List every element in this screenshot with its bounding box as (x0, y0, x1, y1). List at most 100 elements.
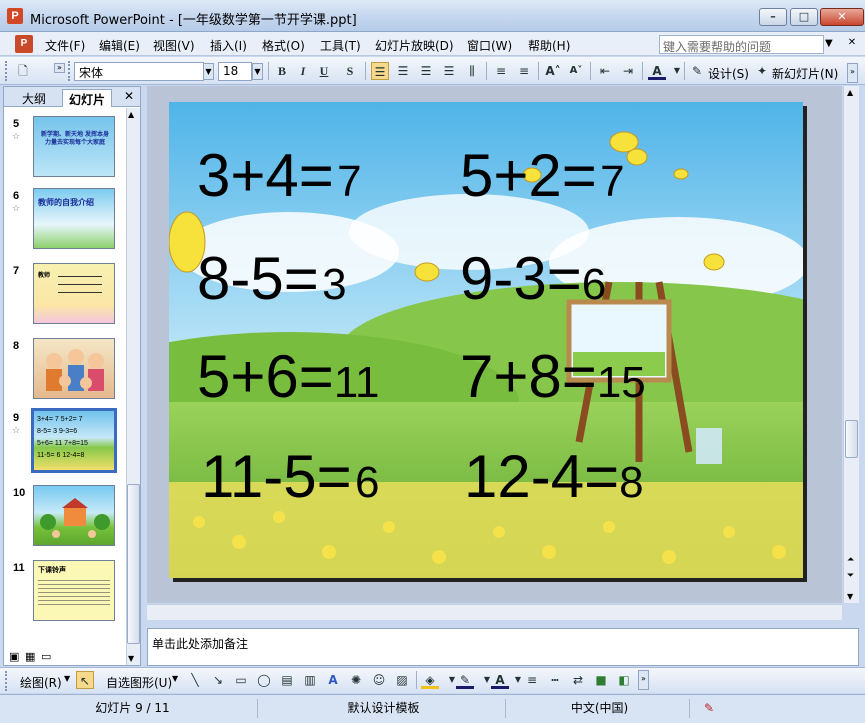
scroll-down-icon[interactable]: ▼ (847, 592, 853, 601)
help-search-input[interactable]: 键入需要帮助的问题 (659, 35, 824, 54)
underline-button[interactable]: U (315, 62, 333, 80)
notes-pane[interactable]: 单击此处添加备注 (147, 628, 859, 666)
slides-pane-scrollbar[interactable]: ▲ ▼ (126, 108, 140, 665)
align-left-icon[interactable]: ☰ (371, 62, 389, 80)
slide-thumb-row[interactable]: 6 ☆ 教师的自我介绍 (4, 188, 126, 258)
increase-font-icon[interactable]: A˄ (544, 62, 562, 80)
slide-thumbnail[interactable]: 新学期、新天地 发挥本身力量去实现每个大家庭 (33, 116, 115, 177)
numbering-icon[interactable]: ≡ (492, 62, 510, 80)
wordart-icon[interactable]: A (324, 671, 342, 689)
equation-4[interactable]: 9-3=6 (460, 249, 606, 309)
menu-slideshow[interactable]: 幻灯片放映(D) (375, 37, 454, 54)
slide-thumbnail[interactable] (33, 485, 115, 546)
slide-thumbnail[interactable]: 下课铃声 (33, 560, 115, 621)
powerpoint-app-icon[interactable]: P (7, 8, 23, 24)
italic-button[interactable]: I (294, 62, 312, 80)
equation-5[interactable]: 5+6=11 (197, 347, 380, 407)
slideshow-icon[interactable]: ▭ (41, 650, 51, 663)
equation-8[interactable]: 12-4=8 (464, 447, 644, 507)
rectangle-icon[interactable]: ▭ (232, 671, 250, 689)
slide-vertical-scrollbar[interactable]: ▲ ⏶ ⏷ ▼ (843, 86, 859, 603)
slide-horizontal-scrollbar[interactable] (147, 604, 842, 620)
design-icon[interactable]: ✎ (688, 62, 706, 80)
slide-thumb-row[interactable]: 7 教师 (4, 263, 126, 333)
menu-insert[interactable]: 插入(I) (210, 37, 247, 54)
font-name-box[interactable]: 宋体 (74, 62, 204, 81)
equation-7[interactable]: 11-5= 6 (201, 447, 380, 507)
doc-close-icon[interactable]: ✕ (846, 37, 858, 49)
minimize-button[interactable]: – (759, 8, 787, 26)
bold-button[interactable]: B (273, 62, 291, 80)
fill-color-icon[interactable]: ◈ (421, 671, 439, 689)
shadow-style-icon[interactable]: ■ (592, 671, 610, 689)
distributed-icon[interactable]: ⫼ (463, 62, 481, 80)
equation-2[interactable]: 5+2= 7 (460, 146, 625, 206)
slide-thumb-row[interactable]: 5 ☆ 新学期、新天地 发挥本身力量去实现每个大家庭 (4, 116, 126, 186)
decrease-indent-icon[interactable]: ⇤ (596, 62, 614, 80)
bullets-icon[interactable]: ≡ (515, 62, 533, 80)
font-size-dropdown-icon[interactable]: ▼ (252, 63, 263, 80)
previous-slide-icon[interactable]: ⏶ (847, 555, 854, 565)
help-dropdown-icon[interactable]: ▼ (825, 38, 833, 49)
slide-thumb-row[interactable]: 11 下课铃声 (4, 560, 126, 630)
menu-window[interactable]: 窗口(W) (467, 37, 512, 54)
shadow-button[interactable]: S (341, 62, 359, 80)
slide-thumbnail[interactable]: 教师的自我介绍 (33, 188, 115, 249)
toolbar-options-icon[interactable]: » (54, 63, 65, 73)
line-style-icon[interactable]: ≡ (523, 671, 541, 689)
toolbar-options-icon-2[interactable]: » (847, 63, 858, 83)
equation-3[interactable]: 8-5= 3 (197, 249, 347, 309)
new-document-icon[interactable]: 🗋 (14, 62, 32, 80)
slide-thumb-row[interactable]: 8 (4, 338, 126, 408)
slide-thumbnail-selected[interactable]: 3+4= 7 5+2= 7 8-5= 3 9-3=6 5+6= 11 7+8=1… (31, 408, 117, 473)
autoshapes-button[interactable]: 自选图形(U) (106, 674, 172, 691)
equation-6[interactable]: 7+8=15 (460, 347, 646, 407)
design-button[interactable]: 设计(S) (708, 65, 749, 82)
new-slide-icon[interactable]: ✦ (753, 62, 771, 80)
select-pointer-icon[interactable]: ↖ (76, 671, 94, 689)
spelling-status-icon[interactable]: ✎ (694, 699, 724, 718)
scrollbar-thumb[interactable] (127, 484, 140, 644)
pane-close-icon[interactable]: ✕ (124, 89, 134, 103)
dash-style-icon[interactable]: ┅ (546, 671, 564, 689)
menu-edit[interactable]: 编辑(E) (99, 37, 140, 54)
slide-thumbnail[interactable] (33, 338, 115, 399)
new-slide-button[interactable]: 新幻灯片(N) (772, 65, 838, 82)
tab-slides[interactable]: 幻灯片 (62, 89, 113, 107)
scroll-up-icon[interactable]: ▲ (847, 88, 853, 97)
align-center-icon[interactable]: ☰ (394, 62, 412, 80)
clip-art-icon[interactable]: ☺ (370, 671, 388, 689)
toolbar-grip-2[interactable] (68, 61, 71, 81)
slide-thumbnail[interactable]: 教师 (33, 263, 115, 324)
slide-thumb-row[interactable]: 9 ☆ 3+4= 7 5+2= 7 8-5= 3 9-3=6 5+6= 11 7… (4, 408, 126, 480)
autoshapes-dropdown-icon[interactable]: ▼ (172, 674, 178, 683)
scroll-up-icon[interactable]: ▲ (128, 110, 134, 119)
tab-outline[interactable]: 大纲 (16, 89, 52, 107)
3d-style-icon[interactable]: ◧ (615, 671, 633, 689)
normal-view-icon[interactable]: ▣ (9, 650, 19, 663)
slide-sorter-icon[interactable]: ▦ (25, 650, 35, 663)
next-slide-icon[interactable]: ⏷ (847, 571, 854, 581)
decrease-font-icon[interactable]: A˅ (567, 62, 585, 80)
picture-icon[interactable]: ▨ (393, 671, 411, 689)
font-color-draw-icon[interactable]: A (491, 671, 509, 689)
toolbar-grip[interactable] (5, 61, 8, 81)
arrow-icon[interactable]: ↘ (209, 671, 227, 689)
menu-format[interactable]: 格式(O) (262, 37, 305, 54)
maximize-button[interactable]: □ (790, 8, 818, 26)
line-color-icon[interactable]: ✎ (456, 671, 474, 689)
font-name-dropdown-icon[interactable]: ▼ (203, 63, 214, 80)
diagram-icon[interactable]: ✺ (347, 671, 365, 689)
scroll-down-icon[interactable]: ▼ (128, 654, 134, 663)
vertical-text-box-icon[interactable]: ▥ (301, 671, 319, 689)
text-box-icon[interactable]: ▤ (278, 671, 296, 689)
menu-tools[interactable]: 工具(T) (320, 37, 361, 54)
font-size-box[interactable]: 18 (218, 62, 252, 81)
menu-view[interactable]: 视图(V) (153, 37, 195, 54)
justify-icon[interactable]: ☰ (440, 62, 458, 80)
menu-file[interactable]: 文件(F) (45, 37, 85, 54)
toolbar-grip[interactable] (5, 671, 8, 691)
draw-toolbar-options-icon[interactable]: » (638, 670, 649, 690)
increase-indent-icon[interactable]: ⇥ (619, 62, 637, 80)
close-button[interactable]: ✕ (820, 8, 864, 26)
